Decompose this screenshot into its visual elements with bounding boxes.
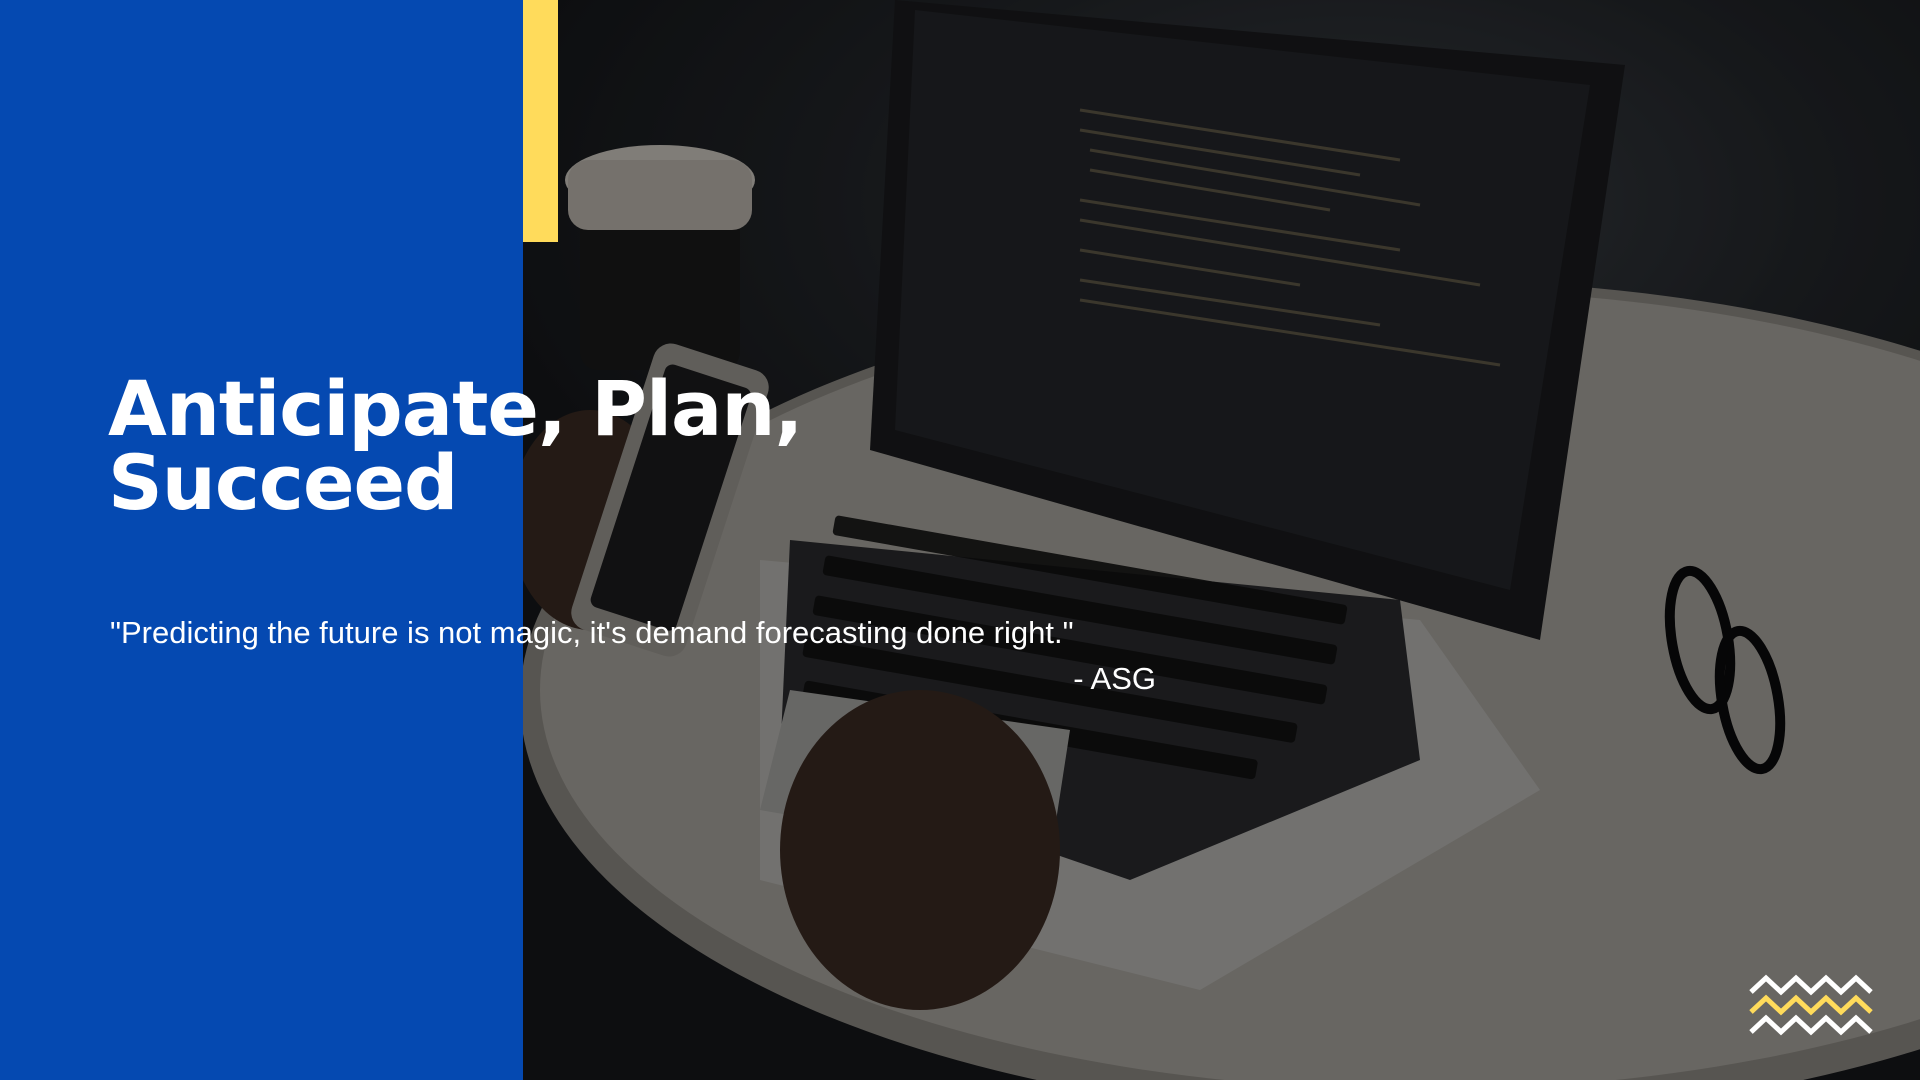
zigzag-waves-icon — [1749, 974, 1873, 1036]
blue-side-panel — [0, 0, 523, 1080]
yellow-accent-bar — [523, 0, 558, 242]
title-line-1: Anticipate, Plan, — [108, 364, 803, 453]
quote-text: "Predicting the future is not magic, it'… — [110, 615, 1074, 650]
slide-title: Anticipate, Plan, Succeed — [108, 364, 803, 527]
slide: Anticipate, Plan, Succeed "Predicting th… — [0, 0, 1920, 1080]
title-line-2: Succeed — [108, 438, 458, 527]
quote-author: - ASG — [1073, 661, 1156, 696]
quote-block: "Predicting the future is not magic, it'… — [110, 610, 1156, 702]
